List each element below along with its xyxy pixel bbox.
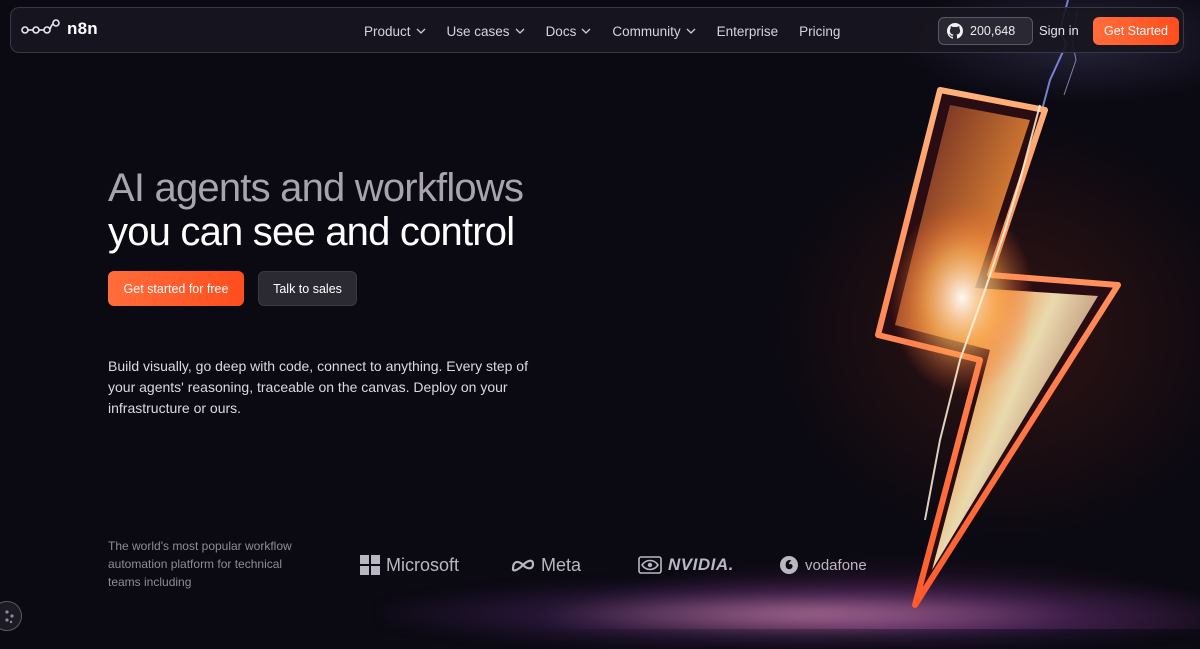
- nav-use-cases-label: Use cases: [446, 23, 510, 39]
- nav-community-label: Community: [612, 23, 681, 39]
- brand-meta-label: Meta: [541, 554, 582, 575]
- vodafone-logo-icon: [780, 556, 798, 574]
- cookie-icon: [5, 610, 14, 624]
- trust-statement: The world's most popular workflow automa…: [108, 539, 292, 589]
- hero-heading: AI agents and workflows you can see and …: [108, 166, 524, 254]
- lightning-bolt-illustration: [875, 87, 1121, 608]
- nav-product-label: Product: [364, 23, 411, 39]
- nav-product[interactable]: Product: [364, 24, 426, 39]
- chevron-down-icon: [686, 28, 696, 34]
- sign-in-link[interactable]: Sign in: [1039, 23, 1079, 38]
- nav-enterprise-label: Enterprise: [716, 23, 779, 39]
- chevron-down-icon: [416, 28, 425, 34]
- meta-logo-icon: [511, 559, 535, 572]
- microsoft-logo-icon: [360, 555, 380, 575]
- brand-microsoft-label: Microsoft: [386, 554, 460, 575]
- brand-vodafone: vodafone: [779, 552, 867, 578]
- talk-to-sales-button[interactable]: Talk to sales: [258, 271, 357, 306]
- brand-meta: Meta: [511, 552, 581, 578]
- nav-pricing[interactable]: Pricing: [799, 24, 840, 39]
- cookie-settings-button[interactable]: [0, 601, 22, 631]
- nav-docs[interactable]: Docs: [546, 24, 592, 39]
- main-menu: Product Use cases Docs Community Enterpr…: [364, 8, 861, 54]
- get-started-free-button[interactable]: Get started for free: [108, 271, 244, 306]
- chevron-down-icon: [515, 28, 525, 34]
- brand-logo[interactable]: n8n: [21, 19, 98, 39]
- hero-title-line2: you can see and control: [108, 210, 515, 254]
- github-star-count: 200,648: [970, 24, 1016, 38]
- nav-community[interactable]: Community: [612, 23, 696, 39]
- get-started-button[interactable]: Get Started: [1093, 17, 1179, 45]
- nav-enterprise[interactable]: Enterprise: [717, 24, 779, 39]
- nav-pricing-label: Pricing: [799, 23, 841, 39]
- top-navbar: n8n Product Use cases Docs Community Ent…: [10, 7, 1184, 53]
- logo-text: n8n: [67, 19, 98, 38]
- nav-docs-label: Docs: [545, 23, 577, 39]
- brand-microsoft: Microsoft: [360, 552, 459, 578]
- chevron-down-icon: [581, 28, 591, 34]
- github-stars-button[interactable]: 200,648: [938, 17, 1033, 45]
- n8n-logo-icon: [21, 19, 60, 34]
- brand-vodafone-label: vodafone: [805, 556, 867, 574]
- brand-nvidia-label: NVIDIA.: [668, 555, 734, 574]
- brand-nvidia: NVIDIA.: [638, 552, 734, 578]
- nvidia-logo-icon: [638, 556, 662, 574]
- hero-title-line1: AI agents and workflows: [108, 166, 524, 210]
- github-icon: [947, 23, 963, 39]
- hero-description: Build visually, go deep with code, conne…: [108, 358, 528, 416]
- nav-use-cases[interactable]: Use cases: [447, 24, 525, 39]
